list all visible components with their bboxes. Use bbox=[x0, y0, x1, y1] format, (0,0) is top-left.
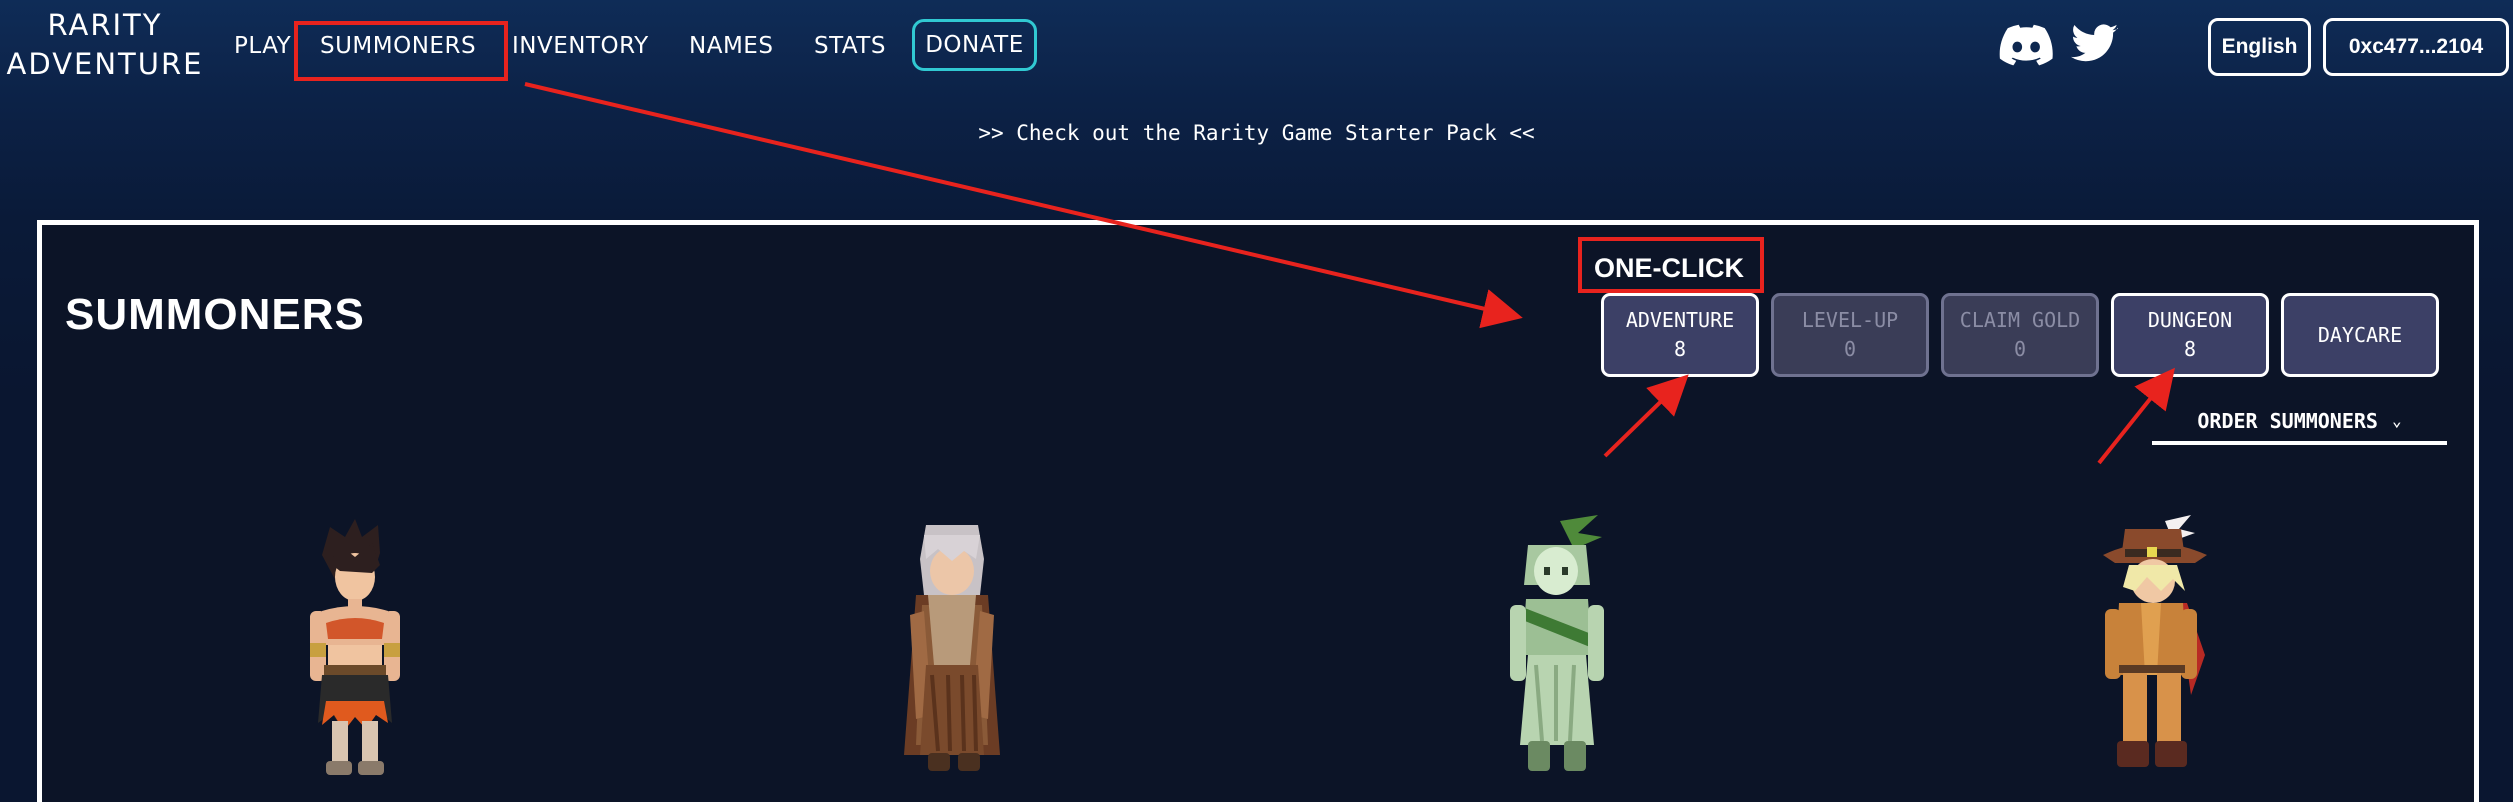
wallet-address: 0xc477...2104 bbox=[2348, 35, 2484, 58]
page: RARITY ADVENTURE PLAY SUMMONERS INVENTOR… bbox=[0, 0, 2513, 802]
brand-line-2: ADVENTURE bbox=[6, 47, 204, 81]
claim-gold-label: CLAIM GOLD bbox=[1959, 308, 2081, 332]
level-up-button[interactable]: LEVEL-UP 0 bbox=[1771, 293, 1929, 377]
wallet-button[interactable]: 0xc477...2104 bbox=[2323, 18, 2509, 76]
dungeon-label: DUNGEON bbox=[2147, 308, 2233, 332]
summoners-highlight-box bbox=[294, 21, 508, 81]
order-summoners-dropdown[interactable]: ORDER SUMMONERS ⌄ bbox=[2152, 400, 2447, 445]
nav-play[interactable]: PLAY bbox=[234, 28, 291, 64]
language-button[interactable]: English bbox=[2208, 18, 2311, 76]
brand-logo[interactable]: RARITY ADVENTURE bbox=[0, 6, 210, 84]
order-summoners-label: ORDER SUMMONERS bbox=[2197, 408, 2378, 433]
claim-gold-button[interactable]: CLAIM GOLD 0 bbox=[1941, 293, 2099, 377]
nav-stats[interactable]: STATS bbox=[814, 28, 886, 64]
donate-label: DONATE bbox=[925, 32, 1024, 58]
dungeon-button[interactable]: DUNGEON 8 bbox=[2111, 293, 2269, 377]
dungeon-count: 8 bbox=[2183, 337, 2197, 361]
adventure-count: 8 bbox=[1673, 337, 1687, 361]
brand-line-1: RARITY bbox=[47, 8, 163, 42]
adventure-button[interactable]: ADVENTURE 8 bbox=[1601, 293, 1759, 377]
nav-names[interactable]: NAMES bbox=[689, 28, 773, 64]
claim-gold-count: 0 bbox=[2013, 337, 2027, 361]
donate-button[interactable]: DONATE bbox=[912, 19, 1037, 71]
panel-title: SUMMONERS bbox=[65, 290, 365, 339]
language-label: English bbox=[2221, 35, 2298, 58]
level-up-label: LEVEL-UP bbox=[1801, 308, 1899, 332]
discord-icon[interactable] bbox=[1999, 24, 2053, 68]
daycare-label: DAYCARE bbox=[2317, 322, 2403, 347]
monk-sprite[interactable] bbox=[888, 515, 1018, 780]
starter-pack-link[interactable]: >> Check out the Rarity Game Starter Pac… bbox=[0, 121, 2513, 145]
bard-sprite[interactable] bbox=[2095, 515, 2225, 780]
druid-sprite[interactable] bbox=[1502, 515, 1612, 780]
adventure-label: ADVENTURE bbox=[1625, 308, 1735, 332]
daycare-button[interactable]: DAYCARE bbox=[2281, 293, 2439, 377]
nav-inventory[interactable]: INVENTORY bbox=[512, 28, 649, 64]
twitter-icon[interactable] bbox=[2071, 23, 2119, 65]
barbarian-sprite[interactable] bbox=[300, 515, 410, 780]
chevron-down-icon: ⌄ bbox=[2391, 411, 2402, 430]
level-up-count: 0 bbox=[1843, 337, 1857, 361]
one-click-highlight-box bbox=[1578, 237, 1764, 293]
